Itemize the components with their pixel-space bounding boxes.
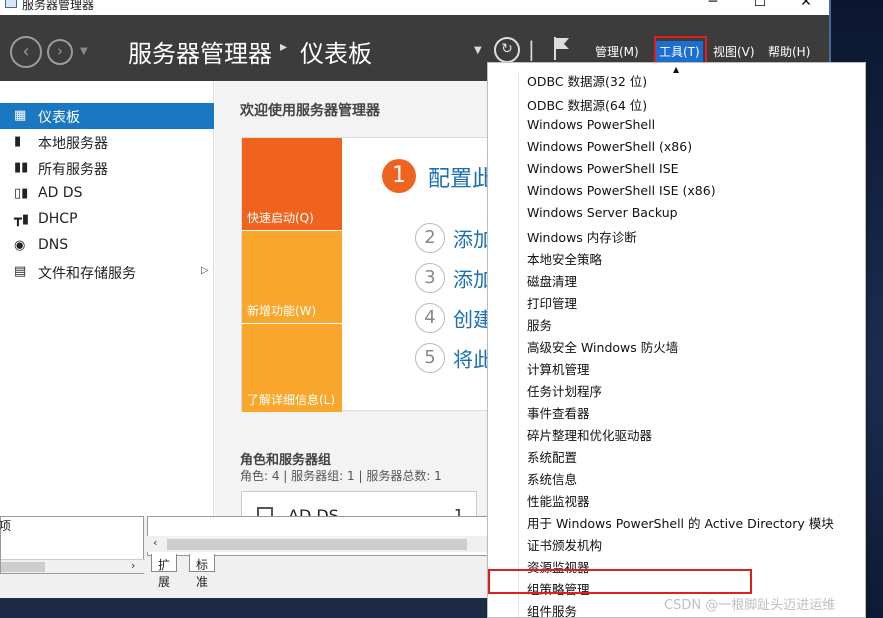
menu-item[interactable]: 打印管理 — [527, 293, 577, 312]
horizontal-scrollbar[interactable]: › — [1, 559, 145, 573]
menu-item[interactable]: 组件服务 — [527, 601, 577, 617]
window-title: 服务器管理器 — [22, 0, 95, 12]
menu-item[interactable]: Windows PowerShell ISE — [527, 161, 679, 176]
menu-item[interactable]: 事件查看器 — [527, 403, 590, 422]
menu-item[interactable]: 服务 — [527, 315, 552, 334]
dns-icon: ◉ — [14, 238, 26, 253]
breadcrumb-page: 仪表板 — [300, 40, 372, 68]
menu-item[interactable]: ODBC 数据源(64 位) — [527, 95, 647, 114]
menu-gutter — [518, 73, 519, 617]
breadcrumb-separator-icon: ▸ — [280, 39, 288, 55]
welcome-title: 欢迎使用服务器管理器 — [240, 103, 380, 119]
nav-item-label: 仪表板 — [38, 110, 80, 126]
nav-item-label: DHCP — [38, 211, 78, 227]
left-navigation: ▦ 仪表板 ▮ 本地服务器 ▮▮ 所有服务器 ▯▮ AD DS ┳▮ DHCP … — [0, 81, 214, 516]
notifications-flag-icon[interactable] — [552, 35, 572, 61]
menu-item[interactable]: 磁盘清理 — [527, 271, 577, 290]
nav-item-all-servers[interactable]: ▮▮ 所有服务器 — [0, 155, 214, 181]
breadcrumb-dropdown-icon[interactable]: ▼ — [474, 45, 482, 56]
scroll-left-icon[interactable]: ‹ — [153, 536, 157, 549]
nav-item-label: 所有服务器 — [38, 162, 108, 178]
step-3[interactable]: 3 添加 — [415, 263, 493, 293]
menu-item[interactable]: Windows PowerShell ISE (x86) — [527, 183, 716, 198]
nav-item-label: AD DS — [38, 185, 83, 201]
maximize-button[interactable]: ☐ — [737, 0, 783, 15]
tile-label: 快速启动(Q) — [247, 211, 314, 225]
tile-label: 新增功能(W) — [247, 304, 317, 318]
tile-learn-more[interactable]: 了解详细信息(L) — [242, 324, 342, 412]
scroll-right-icon[interactable]: › — [131, 559, 135, 572]
step-number-5: 5 — [415, 343, 445, 373]
title-bar: 服务器管理器 ─ ☐ ✕ — [0, 0, 829, 15]
server-icon: ▮ — [14, 134, 22, 149]
menu-item[interactable]: 系统信息 — [527, 469, 577, 488]
menu-item[interactable]: 碎片整理和优化驱动器 — [527, 425, 652, 444]
scrollbar-thumb[interactable] — [167, 539, 467, 550]
bottom-left-panel: 项 › — [0, 516, 145, 574]
step-number-4: 4 — [415, 303, 445, 333]
step-link-1[interactable]: 配置此 — [428, 161, 494, 193]
menu-item[interactable]: Windows 内存诊断 — [527, 227, 637, 246]
tab-extended[interactable]: 扩展 — [151, 554, 178, 589]
back-button[interactable]: ‹ — [10, 36, 42, 68]
refresh-icon[interactable]: ↻ — [494, 37, 520, 63]
menu-manage[interactable]: 管理(M) — [595, 43, 639, 60]
menu-caret-icon: ▲ — [673, 65, 680, 74]
menu-item[interactable]: 计算机管理 — [527, 359, 590, 378]
menu-item[interactable]: 任务计划程序 — [527, 381, 602, 400]
menu-item[interactable]: 用于 Windows PowerShell 的 Active Directory… — [527, 513, 834, 532]
step-4[interactable]: 4 创建 — [415, 303, 493, 333]
forward-button[interactable]: › — [47, 39, 73, 65]
ad-ds-icon: ▯▮ — [14, 186, 29, 201]
roles-title: 角色和服务器组 — [240, 453, 332, 468]
file-storage-icon: ▤ — [14, 264, 27, 279]
menu-help[interactable]: 帮助(H) — [768, 43, 810, 60]
tools-dropdown-menu: ▲ ODBC 数据源(32 位) ODBC 数据源(64 位) Windows … — [487, 62, 866, 618]
nav-item-ad-ds[interactable]: ▯▮ AD DS — [0, 181, 214, 207]
minimize-button[interactable]: ─ — [690, 0, 736, 15]
menu-view[interactable]: 视图(V) — [713, 43, 755, 60]
menu-item[interactable]: Windows PowerShell — [527, 117, 655, 132]
nav-item-file-storage[interactable]: ▤ 文件和存储服务 ▷ — [0, 259, 214, 285]
bottom-left-text: 项 — [0, 519, 12, 533]
menu-item[interactable]: 本地安全策略 — [527, 249, 602, 268]
menu-item[interactable]: 证书颁发机构 — [527, 535, 602, 554]
nav-item-dashboard[interactable]: ▦ 仪表板 — [0, 103, 214, 129]
step-5[interactable]: 5 将此 — [415, 343, 493, 373]
breadcrumb-app: 服务器管理器 — [128, 40, 272, 68]
menu-item[interactable]: 系统配置 — [527, 447, 577, 466]
tile-whats-new[interactable]: 新增功能(W) — [242, 231, 342, 323]
menu-item[interactable]: Windows Server Backup — [527, 205, 678, 220]
expand-arrow-icon[interactable]: ▷ — [201, 265, 209, 276]
tab-standard[interactable]: 标准 — [189, 554, 216, 589]
servers-icon: ▮▮ — [14, 160, 29, 175]
menu-item[interactable]: 高级安全 Windows 防火墙 — [527, 337, 678, 356]
server-manager-app-icon — [5, 0, 17, 8]
scrollbar-thumb[interactable] — [1, 562, 45, 572]
step-number-3: 3 — [415, 263, 445, 293]
nav-item-local-server[interactable]: ▮ 本地服务器 — [0, 129, 214, 155]
menu-item[interactable]: Windows PowerShell (x86) — [527, 139, 692, 154]
tile-quick-start[interactable]: 快速启动(Q) — [242, 138, 342, 230]
horizontal-scrollbar[interactable]: ‹ — [147, 536, 490, 552]
step-number-1: 1 — [382, 159, 416, 193]
watermark: CSDN @一根脚趾头迈进运维 — [664, 598, 836, 613]
group-policy-highlight — [488, 569, 752, 594]
dashboard-icon: ▦ — [14, 108, 27, 123]
roles-summary: 角色: 4 | 服务器组: 1 | 服务器总数: 1 — [240, 469, 442, 483]
menu-item[interactable]: ODBC 数据源(32 位) — [527, 71, 647, 90]
step-number-2: 2 — [415, 223, 445, 253]
step-2[interactable]: 2 添加 — [415, 223, 493, 253]
nav-item-dns[interactable]: ◉ DNS — [0, 233, 214, 259]
nav-item-label: DNS — [38, 237, 69, 253]
menu-item[interactable]: 性能监视器 — [527, 491, 590, 510]
close-button[interactable]: ✕ — [783, 0, 829, 15]
header-divider: | — [528, 37, 535, 61]
nav-item-label: 本地服务器 — [38, 136, 108, 152]
nav-item-label: 文件和存储服务 — [38, 266, 136, 282]
nav-item-dhcp[interactable]: ┳▮ DHCP — [0, 207, 214, 233]
tile-label: 了解详细信息(L) — [247, 393, 336, 407]
dhcp-icon: ┳▮ — [14, 212, 29, 227]
history-dropdown-icon[interactable]: ▼ — [80, 46, 88, 57]
